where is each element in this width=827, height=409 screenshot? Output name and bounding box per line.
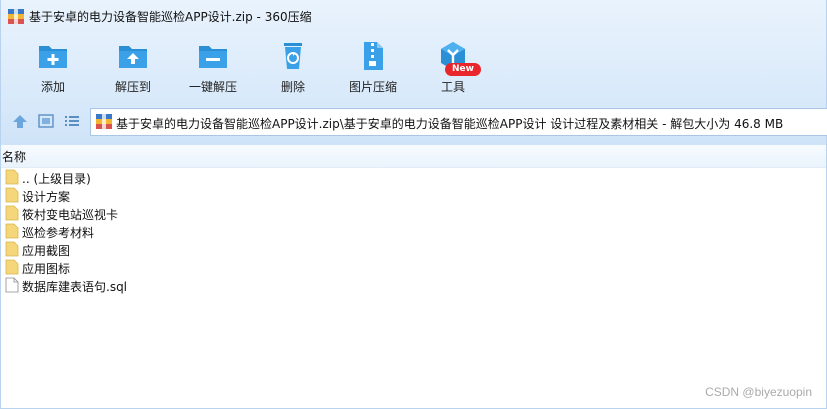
list-item[interactable]: .. (上级目录) bbox=[1, 168, 301, 186]
column-name-header[interactable]: 名称 bbox=[2, 148, 26, 165]
window-title: 基于安卓的电力设备智能巡检APP设计.zip - 360压缩 bbox=[29, 10, 312, 24]
image-compress-button[interactable]: 图片压缩 bbox=[333, 40, 413, 98]
one-click-extract-label: 一键解压 bbox=[188, 80, 237, 94]
list-view-icon[interactable] bbox=[63, 113, 81, 129]
toolbar: 添加 解压到 一键解压 删除 图片压缩 工具 New bbox=[1, 32, 826, 100]
thumbnail-view-icon[interactable] bbox=[37, 113, 55, 129]
extract-to-icon bbox=[119, 46, 147, 68]
item-name: 数据库建表语句.sql bbox=[22, 280, 128, 294]
file-icon bbox=[5, 277, 19, 293]
delete-button[interactable]: 删除 bbox=[253, 40, 333, 98]
delete-label: 删除 bbox=[280, 80, 305, 94]
list-item[interactable]: 数据库建表语句.sql bbox=[1, 276, 301, 294]
folder-icon bbox=[5, 187, 19, 203]
title-bar: 基于安卓的电力设备智能巡检APP设计.zip - 360压缩 bbox=[1, 0, 826, 32]
archive-icon bbox=[96, 114, 112, 129]
item-name: 巡检参考材料 bbox=[22, 226, 95, 240]
app-window: 基于安卓的电力设备智能巡检APP设计.zip - 360压缩 添加 解压到 一键… bbox=[0, 0, 827, 409]
folder-icon bbox=[5, 241, 19, 257]
folder-icon bbox=[5, 223, 19, 239]
path-text: 基于安卓的电力设备智能巡检APP设计.zip\基于安卓的电力设备智能巡检APP设… bbox=[116, 117, 784, 131]
image-compress-label: 图片压缩 bbox=[348, 80, 397, 94]
folder-icon bbox=[5, 259, 19, 275]
image-compress-icon bbox=[364, 42, 383, 70]
add-label: 添加 bbox=[40, 80, 65, 94]
item-name: 筱村变电站巡视卡 bbox=[22, 208, 119, 222]
folder-icon bbox=[5, 205, 19, 221]
archive-icon bbox=[8, 9, 24, 24]
delete-icon bbox=[284, 43, 302, 69]
new-badge: New bbox=[445, 63, 481, 76]
column-header: 名称 bbox=[1, 145, 826, 168]
up-arrow-icon[interactable] bbox=[11, 113, 29, 129]
item-name: 设计方案 bbox=[22, 190, 71, 204]
list-item[interactable]: 巡检参考材料 bbox=[1, 222, 301, 240]
add-icon bbox=[39, 46, 67, 68]
item-name: .. (上级目录) bbox=[22, 172, 91, 186]
list-item[interactable]: 设计方案 bbox=[1, 186, 301, 204]
list-item[interactable]: 应用图标 bbox=[1, 258, 301, 276]
list-item[interactable]: 应用截图 bbox=[1, 240, 301, 258]
one-click-extract-button[interactable]: 一键解压 bbox=[173, 40, 253, 98]
extract-to-label: 解压到 bbox=[114, 80, 151, 94]
folder-icon bbox=[5, 169, 19, 185]
list-item[interactable]: 筱村变电站巡视卡 bbox=[1, 204, 301, 222]
extract-to-button[interactable]: 解压到 bbox=[93, 40, 173, 98]
path-field[interactable]: 基于安卓的电力设备智能巡检APP设计.zip\基于安卓的电力设备智能巡检APP设… bbox=[90, 108, 827, 136]
watermark-text: CSDN @biyezuopin bbox=[705, 385, 812, 399]
add-button[interactable]: 添加 bbox=[13, 40, 93, 98]
item-name: 应用截图 bbox=[22, 244, 71, 258]
navigation-bar: 基于安卓的电力设备智能巡检APP设计.zip\基于安卓的电力设备智能巡检APP设… bbox=[1, 100, 827, 145]
item-name: 应用图标 bbox=[22, 262, 71, 276]
tools-label: 工具 bbox=[440, 80, 465, 94]
one-click-extract-icon bbox=[199, 46, 227, 68]
